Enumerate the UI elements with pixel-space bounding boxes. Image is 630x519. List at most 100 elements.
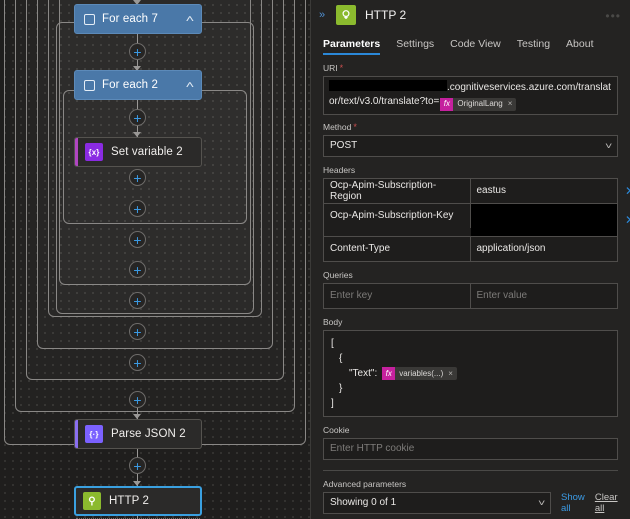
panel-tabs[interactable]: Parameters Settings Code View Testing Ab… <box>311 30 630 55</box>
header-key[interactable]: Content-Type <box>324 237 471 261</box>
uri-token-label: OriginalLang <box>457 97 502 111</box>
add-action-button-8[interactable]: + <box>129 323 146 340</box>
parameters-form: URI * .cognitiveservices.azure.com/trans… <box>311 55 630 514</box>
uri-label-row: URI * <box>323 63 618 73</box>
body-token-label: variables(...) <box>399 366 443 381</box>
body-line-5: ] <box>331 396 610 411</box>
row-actions[interactable]: ✕ <box>617 179 630 203</box>
node-foreach-7[interactable]: For each 7 ˄ <box>74 4 202 34</box>
header-value[interactable]: application/json <box>471 237 618 261</box>
http-icon <box>336 5 356 25</box>
redacted-uri-host <box>329 80 447 91</box>
queries-label: Queries <box>323 270 618 280</box>
collapse-panel-icon[interactable]: » <box>319 9 329 21</box>
loop-icon <box>84 80 95 91</box>
add-action-button-9[interactable]: + <box>129 354 146 371</box>
row-actions[interactable]: ✕ <box>617 204 630 236</box>
loop-icon <box>84 14 95 25</box>
panel-overflow-menu-icon[interactable]: ••• <box>605 9 621 23</box>
required-asterisk: * <box>340 63 344 73</box>
body-token-chip[interactable]: fx variables(...) × <box>382 367 457 380</box>
node-accent-bar <box>75 420 78 448</box>
cookie-label: Cookie <box>323 425 618 435</box>
uri-input[interactable]: .cognitiveservices.azure.com/translator/… <box>323 76 618 115</box>
node-foreach-2[interactable]: For each 2 ˄ <box>74 70 202 100</box>
method-select[interactable]: POST ˅ <box>323 135 618 157</box>
advanced-parameters-row: Showing 0 of 1 ˅ Show all Clear all <box>323 492 618 514</box>
clear-all-link[interactable]: Clear all <box>595 492 618 514</box>
required-asterisk: * <box>353 122 357 132</box>
body-line-2: { <box>331 351 610 366</box>
tab-parameters[interactable]: Parameters <box>323 38 380 55</box>
http-icon: ⚲ <box>83 492 101 510</box>
body-key-text: "Text": <box>349 366 377 381</box>
body-label: Body <box>323 317 618 327</box>
add-action-button-5[interactable]: + <box>129 231 146 248</box>
tab-about[interactable]: About <box>566 38 593 55</box>
node-label-foreach-7: For each 7 <box>102 13 158 25</box>
node-label-set-variable-2: Set variable 2 <box>111 146 183 158</box>
row-actions[interactable] <box>617 284 630 308</box>
fx-icon: fx <box>382 367 395 380</box>
body-line-1: [ <box>331 336 610 351</box>
queries-table[interactable]: Enter key Enter value <box>323 283 618 309</box>
node-label-foreach-2: For each 2 <box>102 79 158 91</box>
panel-header: » HTTP 2 ••• <box>311 0 630 30</box>
add-action-button-3[interactable]: + <box>129 169 146 186</box>
action-details-panel[interactable]: » HTTP 2 ••• Parameters Settings Code Vi… <box>310 0 630 519</box>
add-action-button-1[interactable]: + <box>129 43 146 60</box>
node-set-variable-2[interactable]: {x} Set variable 2 <box>74 137 202 167</box>
method-value: POST <box>330 140 357 151</box>
chevron-down-icon[interactable]: ˅ <box>538 498 545 508</box>
add-action-button-2[interactable]: + <box>129 109 146 126</box>
cookie-input[interactable]: Enter HTTP cookie <box>323 438 618 460</box>
header-value-masked[interactable] <box>471 204 618 236</box>
delete-row-icon[interactable]: ✕ <box>625 185 630 197</box>
body-line-4: } <box>331 381 610 396</box>
body-line-3: "Text": fx variables(...) × <box>331 366 610 381</box>
table-row[interactable]: Ocp-Apim-Subscription-Key ✕ <box>324 204 617 237</box>
node-http-2[interactable]: ⚲ HTTP 2 <box>74 486 202 516</box>
headers-table[interactable]: Ocp-Apim-Subscription-Region eastus ✕ <box>323 178 618 262</box>
tab-settings[interactable]: Settings <box>396 38 434 55</box>
header-key[interactable]: Ocp-Apim-Subscription-Region <box>324 179 471 203</box>
node-label-parse-json-2: Parse JSON 2 <box>111 428 186 440</box>
node-parse-json-2[interactable]: {·} Parse JSON 2 <box>74 419 202 449</box>
add-action-button-11[interactable]: + <box>129 457 146 474</box>
advanced-parameters-label: Advanced parameters <box>323 479 618 489</box>
remove-token-icon[interactable]: × <box>508 97 513 111</box>
add-action-button-10[interactable]: + <box>129 391 146 408</box>
set-variable-icon: {x} <box>85 143 103 161</box>
panel-title: HTTP 2 <box>365 8 406 22</box>
add-action-button-7[interactable]: + <box>129 292 146 309</box>
uri-label: URI <box>323 63 338 73</box>
header-value[interactable]: eastus <box>471 179 618 203</box>
workflow-canvas[interactable]: For each 7 ˄ + For each 2 ˄ + {x} Set va… <box>0 0 310 519</box>
query-value-input[interactable]: Enter value <box>471 284 618 308</box>
advanced-parameters-select[interactable]: Showing 0 of 1 ˅ <box>323 492 551 514</box>
table-row[interactable]: Ocp-Apim-Subscription-Region eastus ✕ <box>324 179 617 204</box>
parse-json-icon: {·} <box>85 425 103 443</box>
advanced-parameters-value: Showing 0 of 1 <box>330 497 396 508</box>
table-row[interactable]: Enter key Enter value <box>324 284 617 308</box>
chevron-up-icon[interactable]: ˄ <box>186 14 195 25</box>
body-editor[interactable]: [ { "Text": fx variables(...) × } ] <box>323 330 618 417</box>
table-row[interactable]: Content-Type application/json <box>324 237 617 261</box>
tab-testing[interactable]: Testing <box>517 38 550 55</box>
add-action-button-4[interactable]: + <box>129 200 146 217</box>
delete-row-icon[interactable]: ✕ <box>625 214 630 226</box>
tab-code-view[interactable]: Code View <box>450 38 501 55</box>
fx-icon: fx <box>440 98 453 111</box>
node-label-http-2: HTTP 2 <box>109 495 149 507</box>
show-all-link[interactable]: Show all <box>561 492 585 514</box>
section-divider <box>323 470 618 471</box>
uri-token-chip[interactable]: fx OriginalLang × <box>440 98 516 111</box>
query-key-input[interactable]: Enter key <box>324 284 471 308</box>
header-key[interactable]: Ocp-Apim-Subscription-Key <box>324 204 471 228</box>
chevron-down-icon[interactable]: ˅ <box>605 141 612 151</box>
headers-label: Headers <box>323 165 618 175</box>
remove-token-icon[interactable]: × <box>448 366 453 381</box>
chevron-up-icon[interactable]: ˄ <box>186 80 195 91</box>
node-accent-bar <box>75 138 78 166</box>
add-action-button-6[interactable]: + <box>129 261 146 278</box>
